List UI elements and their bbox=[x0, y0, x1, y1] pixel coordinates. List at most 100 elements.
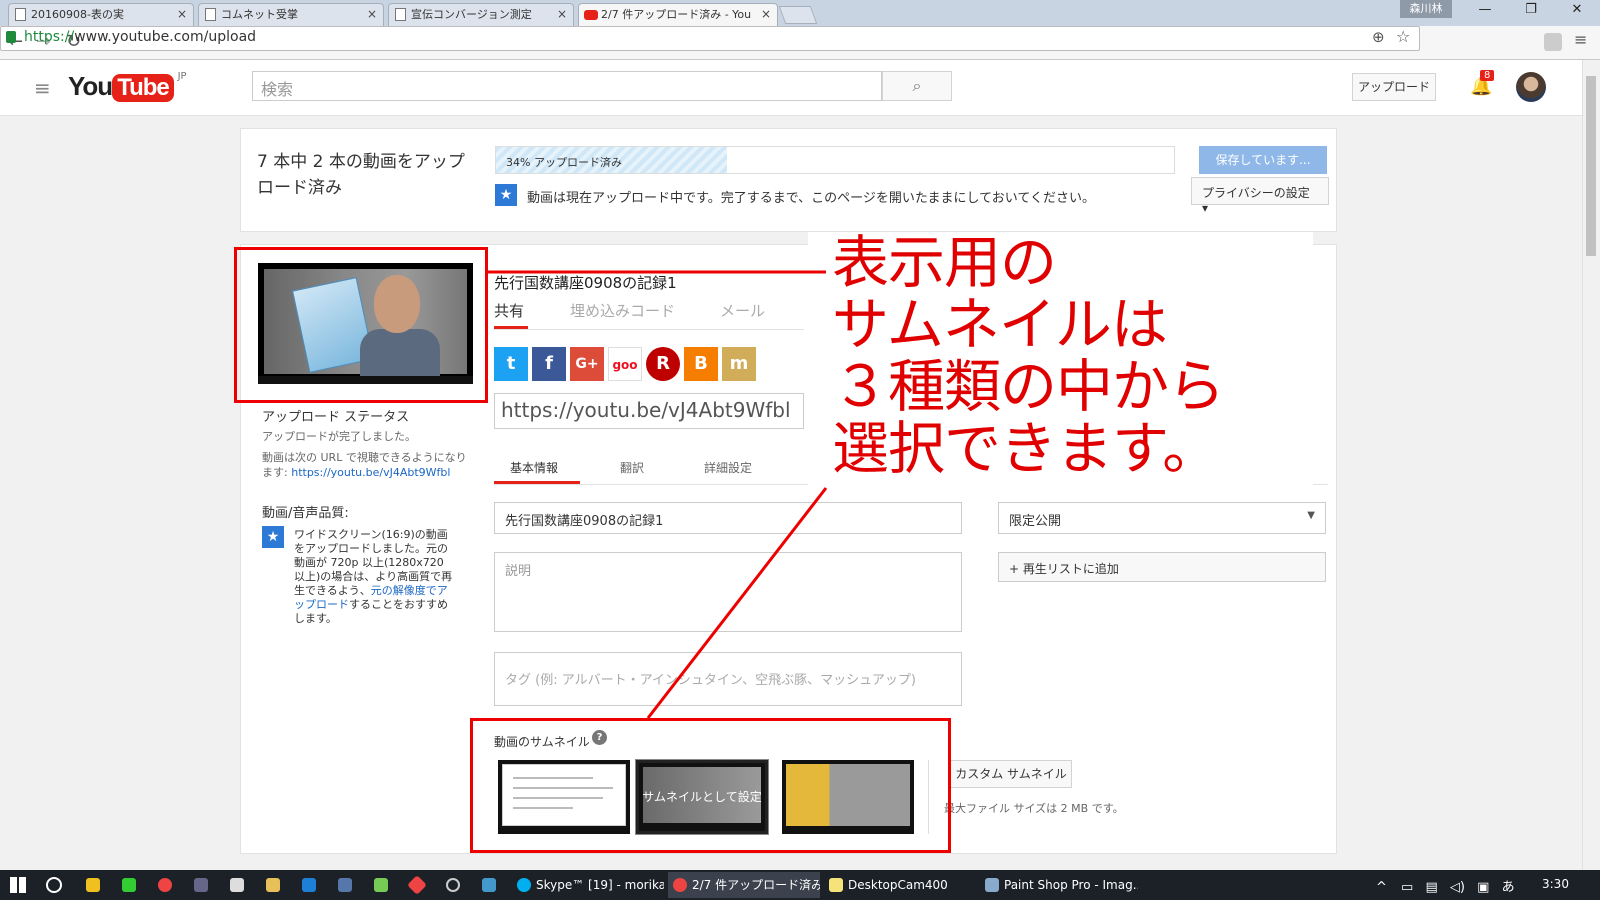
rakuten-icon[interactable]: R bbox=[646, 347, 680, 381]
tab-advanced-settings[interactable]: 詳細設定 bbox=[704, 459, 752, 476]
app-icon[interactable] bbox=[338, 878, 352, 892]
app-icon[interactable] bbox=[482, 878, 496, 892]
facebook-icon[interactable]: f bbox=[532, 347, 566, 381]
app-icon[interactable] bbox=[194, 878, 208, 892]
browser-tab-1[interactable]: 20160908-表の実 × bbox=[8, 3, 194, 26]
description-textarea[interactable]: 説明 bbox=[494, 552, 962, 632]
video-url-link[interactable]: https://youtu.be/vJ4Abt9Wfbl bbox=[291, 466, 450, 479]
tab-translation[interactable]: 翻訳 bbox=[620, 459, 644, 476]
tags-input[interactable]: タグ (例: アルバート・アインシュタイン、空飛ぶ豚、マッシュアップ) bbox=[494, 652, 962, 706]
tab-share[interactable]: 共有 bbox=[494, 300, 524, 321]
star-info-icon: ★ bbox=[262, 526, 284, 548]
address-url: https://www.youtube.com/upload bbox=[24, 29, 257, 45]
lock-icon bbox=[6, 31, 16, 43]
bookmark-star-icon[interactable]: ☆ bbox=[1396, 27, 1410, 46]
add-to-playlist-button[interactable]: + 再生リストに追加 bbox=[998, 552, 1326, 582]
browser-tab-4-active[interactable]: 2/7 件アップロード済み - You × bbox=[578, 3, 778, 26]
browser-toolbar: ← → ↻ https://www.youtube.com/upload ⊕ ☆… bbox=[0, 26, 1600, 60]
zoom-icon[interactable]: ⊕ bbox=[1372, 28, 1385, 46]
google-plus-icon[interactable]: G+ bbox=[570, 347, 604, 381]
upload-status-line: アップロードが完了しました。 bbox=[262, 430, 416, 443]
max-file-size-note: 最大ファイル サイズは 2 MB です。 bbox=[944, 802, 1124, 815]
search-icon: ⌕ bbox=[912, 76, 922, 95]
share-url-field[interactable]: https://youtu.be/vJ4Abt9Wfbl bbox=[494, 393, 804, 429]
taskbar-skype[interactable]: Skype™ [19] - morika... bbox=[512, 872, 664, 898]
edge-icon[interactable] bbox=[302, 878, 316, 892]
close-icon[interactable]: × bbox=[177, 4, 187, 25]
browser-tab-title: 2/7 件アップロード済み - You bbox=[601, 8, 752, 21]
browser-user-badge[interactable]: 森川林 bbox=[1400, 0, 1452, 18]
scrollbar-thumb[interactable] bbox=[1586, 76, 1596, 256]
youtube-logo[interactable]: You Tube JP bbox=[68, 71, 187, 103]
page-icon bbox=[15, 8, 26, 21]
title-input[interactable]: 先行国数講座0908の記録1 bbox=[494, 502, 962, 534]
tab-basic-info[interactable]: 基本情報 bbox=[510, 459, 558, 476]
taskbar-clock[interactable]: 3:30 bbox=[1542, 877, 1569, 891]
restore-button[interactable]: ❐ bbox=[1518, 2, 1544, 17]
upload-count-title: 7 本中 2 本の動画をアップロード済み bbox=[257, 152, 465, 198]
upload-progress-text: 34% アップロード済み bbox=[506, 156, 622, 169]
menu-icon[interactable]: ≡ bbox=[1574, 30, 1587, 49]
annotation-line: 表示用の bbox=[832, 230, 1057, 296]
app-icon[interactable] bbox=[122, 878, 136, 892]
minimize-button[interactable]: — bbox=[1472, 2, 1498, 17]
annotation-line: ３種類の中から bbox=[832, 354, 1225, 420]
app-icon[interactable] bbox=[230, 878, 244, 892]
taskbar-paintshop[interactable]: Paint Shop Pro - Imag... bbox=[980, 872, 1138, 898]
network-icon[interactable]: ▤ bbox=[1425, 880, 1437, 895]
blogger-icon[interactable]: B bbox=[684, 347, 718, 381]
saving-button[interactable]: 保存しています... bbox=[1199, 146, 1327, 174]
visibility-select[interactable]: 限定公開 ▼ bbox=[998, 502, 1326, 534]
windows-start-icon[interactable] bbox=[10, 877, 26, 893]
window-close-button[interactable]: ✕ bbox=[1564, 2, 1590, 17]
upload-note: 動画は現在アップロード中です。完了するまで、このページを開いたままにしておいてく… bbox=[527, 191, 1095, 206]
taskbar-chrome[interactable]: 2/7 件アップロード済み -... bbox=[668, 872, 820, 898]
browser-tab-2[interactable]: コムネット受掌 × bbox=[198, 3, 384, 26]
browser-tab-title: 20160908-表の実 bbox=[31, 8, 124, 21]
tab-embed-code[interactable]: 埋め込みコード bbox=[570, 300, 675, 321]
twitter-icon[interactable]: t bbox=[494, 347, 528, 381]
search-button[interactable]: ⌕ bbox=[882, 71, 952, 101]
chrome-icon[interactable] bbox=[158, 878, 172, 892]
close-icon[interactable]: × bbox=[367, 4, 377, 25]
visibility-value: 限定公開 bbox=[1009, 514, 1062, 529]
taskbar-desktopcam[interactable]: DesktopCam400 bbox=[824, 872, 976, 898]
privacy-settings-button[interactable]: プライバシーの設定 ▾ bbox=[1191, 177, 1329, 215]
upload-button[interactable]: アップロード bbox=[1352, 73, 1436, 101]
address-bar[interactable]: https://www.youtube.com/upload ⊕ ☆ bbox=[0, 26, 1420, 51]
tab-email[interactable]: メール bbox=[720, 300, 765, 321]
notification-center-icon[interactable]: ▣ bbox=[1477, 880, 1489, 895]
browser-tab-title: 宣伝コンバージョン測定 bbox=[411, 8, 532, 21]
app-icon[interactable] bbox=[407, 875, 427, 895]
system-tray[interactable]: ^ ▭ ▤ ◁) ▣ あ bbox=[1376, 876, 1515, 895]
avatar[interactable] bbox=[1516, 72, 1546, 102]
file-explorer-icon[interactable] bbox=[266, 878, 280, 892]
globe-icon[interactable] bbox=[446, 878, 460, 892]
app-icon[interactable] bbox=[374, 878, 388, 892]
mixi-icon[interactable]: m bbox=[722, 347, 756, 381]
ime-indicator[interactable]: あ bbox=[1502, 880, 1515, 895]
rss-extension-icon[interactable] bbox=[1544, 33, 1562, 51]
hamburger-menu-icon[interactable]: ≡ bbox=[34, 76, 51, 100]
upload-status-heading: アップロード ステータス bbox=[262, 410, 410, 425]
app-icon[interactable] bbox=[86, 878, 100, 892]
browser-tab-3[interactable]: 宣伝コンバージョン測定 × bbox=[388, 3, 574, 26]
cortana-icon[interactable] bbox=[46, 877, 62, 893]
tray-chevron-icon[interactable]: ^ bbox=[1376, 880, 1387, 895]
share-tab-divider bbox=[494, 329, 804, 330]
upload-progress-card: 7 本中 2 本の動画をアップロード済み 34% アップロード済み 保存していま… bbox=[240, 128, 1337, 232]
goo-icon[interactable]: goo bbox=[608, 347, 642, 381]
youtube-icon bbox=[584, 10, 598, 20]
custom-thumbnail-button[interactable]: カスタム サムネイル bbox=[950, 760, 1072, 788]
annotation-highlight-thumbnails bbox=[470, 718, 951, 853]
chevron-down-icon: ▼ bbox=[1307, 510, 1315, 521]
volume-icon[interactable]: ◁) bbox=[1450, 880, 1465, 895]
quality-note: ワイドスクリーン(16:9)の動画をアップロードしました。元の動画が 720p … bbox=[294, 528, 453, 625]
new-tab-button[interactable] bbox=[778, 6, 818, 24]
battery-icon[interactable]: ▭ bbox=[1401, 880, 1413, 895]
search-input[interactable]: 検索 bbox=[252, 71, 882, 101]
close-icon[interactable]: × bbox=[761, 4, 771, 25]
video-title-heading: 先行国数講座0908の記録1 bbox=[494, 274, 677, 292]
close-icon[interactable]: × bbox=[557, 4, 567, 25]
upload-progress-bar: 34% アップロード済み bbox=[495, 146, 1175, 174]
